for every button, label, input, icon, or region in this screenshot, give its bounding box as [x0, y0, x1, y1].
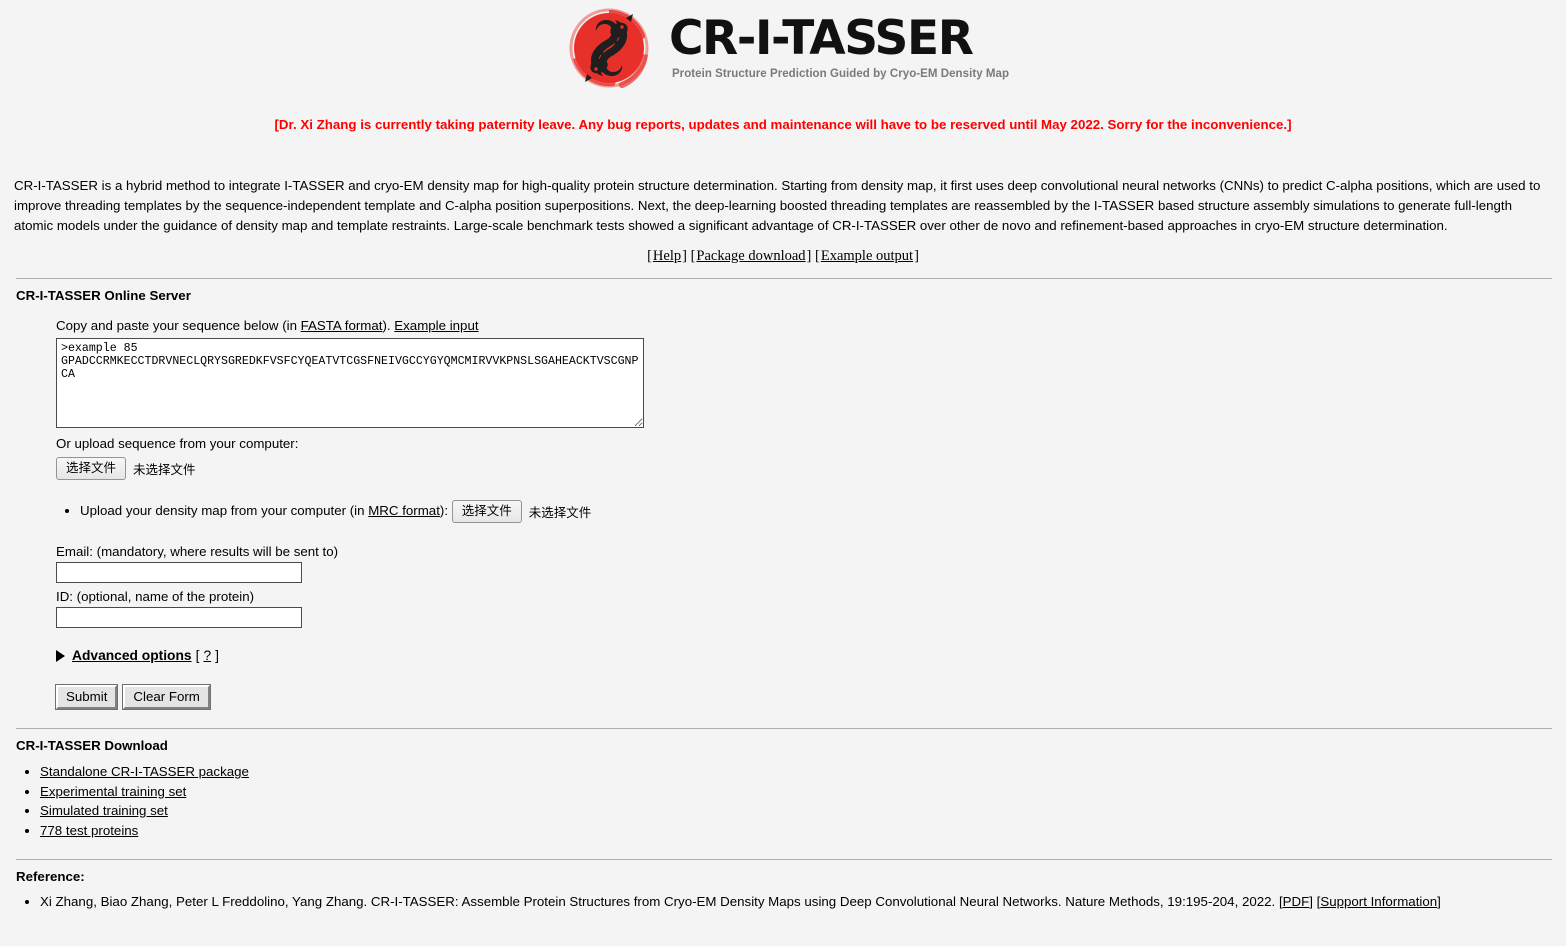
site-logo: CR-I-TASSER Protein Structure Prediction…: [563, 4, 1009, 92]
package-bracket-close: ]: [806, 248, 812, 264]
help-bracket-close: ]: [682, 248, 687, 264]
logo-title-text: CR-I-TASSER: [668, 10, 974, 66]
fasta-format-link[interactable]: FASTA format: [301, 318, 383, 333]
advanced-help-bracket-close: ]: [215, 648, 219, 663]
advanced-options-row[interactable]: Advanced options [?]: [56, 648, 1566, 663]
id-label: ID: (optional, name of the protein): [56, 589, 255, 604]
pdf-link[interactable]: PDF: [1283, 894, 1310, 909]
example-input-link[interactable]: Example input: [394, 318, 478, 333]
density-map-file-input[interactable]: 选择文件 未选择文件: [451, 500, 592, 523]
list-item: Simulated training set: [40, 801, 1566, 821]
density-label-pre: Upload your density map from your comput…: [80, 503, 369, 518]
submit-button[interactable]: Submit: [54, 684, 119, 710]
density-choose-file-button[interactable]: 选择文件: [451, 500, 522, 523]
reference-heading: Reference:: [16, 869, 85, 884]
sequence-input-label: Copy and paste your sequence below (in F…: [56, 318, 1566, 333]
sequence-upload-label: Or upload sequence from your computer:: [56, 436, 299, 451]
example-bracket-close: ]: [914, 248, 919, 264]
divider-above-server-section: [16, 278, 1552, 279]
help-link[interactable]: Help: [653, 248, 681, 264]
density-file-status: 未选择文件: [528, 505, 592, 520]
page-header: CR-I-TASSER Protein Structure Prediction…: [0, 0, 1566, 95]
divider-above-reference-section: [16, 859, 1552, 860]
divider-above-download-section: [16, 728, 1552, 729]
reference-citation-text: Xi Zhang, Biao Zhang, Peter L Freddolino…: [40, 894, 1279, 909]
logo-text: CR-I-TASSER Protein Structure Prediction…: [669, 15, 1009, 81]
sequence-choose-file-button[interactable]: 选择文件: [56, 457, 127, 480]
id-field[interactable]: [56, 607, 302, 628]
advanced-help-bracket-open: [: [195, 648, 200, 663]
paternity-leave-notice: [Dr. Xi Zhang is currently taking patern…: [274, 117, 1292, 132]
list-item: Xi Zhang, Biao Zhang, Peter L Freddolino…: [40, 892, 1566, 911]
contact-fields: Email: (mandatory, where results will be…: [56, 544, 1566, 628]
mrc-format-link[interactable]: MRC format: [368, 503, 440, 518]
form-buttons: Submit Clear Form: [54, 684, 1566, 710]
list-item: Experimental training set: [40, 782, 1566, 802]
logo-subtitle-text: Protein Structure Prediction Guided by C…: [671, 67, 1010, 80]
email-label: Email: (mandatory, where results will be…: [56, 544, 339, 559]
density-map-upload-item: Upload your density map from your comput…: [80, 494, 1566, 523]
support-bracket-close: ]: [1437, 894, 1441, 909]
koi-fish-circle-logo-icon: [563, 4, 655, 92]
submission-form: Copy and paste your sequence below (in F…: [54, 318, 1566, 710]
example-bracket-open: [: [815, 248, 820, 264]
example-output-link[interactable]: Example output: [821, 248, 913, 264]
standalone-package-link[interactable]: Standalone CR-I-TASSER package: [40, 764, 249, 779]
package-download-link[interactable]: Package download: [696, 248, 805, 264]
sequence-file-status: 未选择文件: [133, 462, 196, 477]
list-item: Standalone CR-I-TASSER package: [40, 762, 1566, 782]
top-links-row: [Help] [Package download] [Example outpu…: [0, 248, 1566, 265]
density-map-upload-list: Upload your density map from your comput…: [56, 494, 1566, 523]
online-server-heading: CR-I-TASSER Online Server: [16, 288, 191, 303]
list-item: 778 test proteins: [40, 821, 1566, 841]
density-map-label: Upload your density map from your comput…: [80, 503, 452, 518]
download-heading: CR-I-TASSER Download: [16, 738, 168, 753]
sequence-textarea[interactable]: >example 85 GPADCCRMKECCTDRVNECLQRYSGRED…: [56, 338, 644, 428]
email-field[interactable]: [56, 562, 302, 583]
pdf-bracket-close: ]: [1309, 894, 1317, 909]
sequence-label-pre: Copy and paste your sequence below (in: [56, 318, 301, 333]
triangle-right-icon[interactable]: [56, 649, 65, 662]
method-description: CR-I-TASSER is a hybrid method to integr…: [14, 178, 1541, 233]
package-bracket-open: [: [690, 248, 696, 264]
support-information-link[interactable]: Support Information: [1320, 894, 1437, 909]
sequence-upload-block: Or upload sequence from your computer: 选…: [56, 436, 1566, 480]
clear-form-button[interactable]: Clear Form: [122, 684, 211, 710]
help-bracket-open: [: [647, 248, 652, 264]
density-label-post: ):: [439, 503, 449, 518]
experimental-training-set-link[interactable]: Experimental training set: [40, 784, 186, 799]
advanced-help-link[interactable]: ?: [203, 648, 211, 663]
advanced-options-label[interactable]: Advanced options: [72, 648, 192, 663]
sequence-file-input[interactable]: 选择文件 未选择文件: [56, 457, 196, 480]
reference-list: Xi Zhang, Biao Zhang, Peter L Freddolino…: [0, 892, 1566, 911]
simulated-training-set-link[interactable]: Simulated training set: [40, 803, 168, 818]
download-link-list: Standalone CR-I-TASSER package Experimen…: [0, 762, 1566, 840]
sequence-label-post: ).: [382, 318, 395, 333]
test-proteins-link[interactable]: 778 test proteins: [40, 823, 138, 838]
